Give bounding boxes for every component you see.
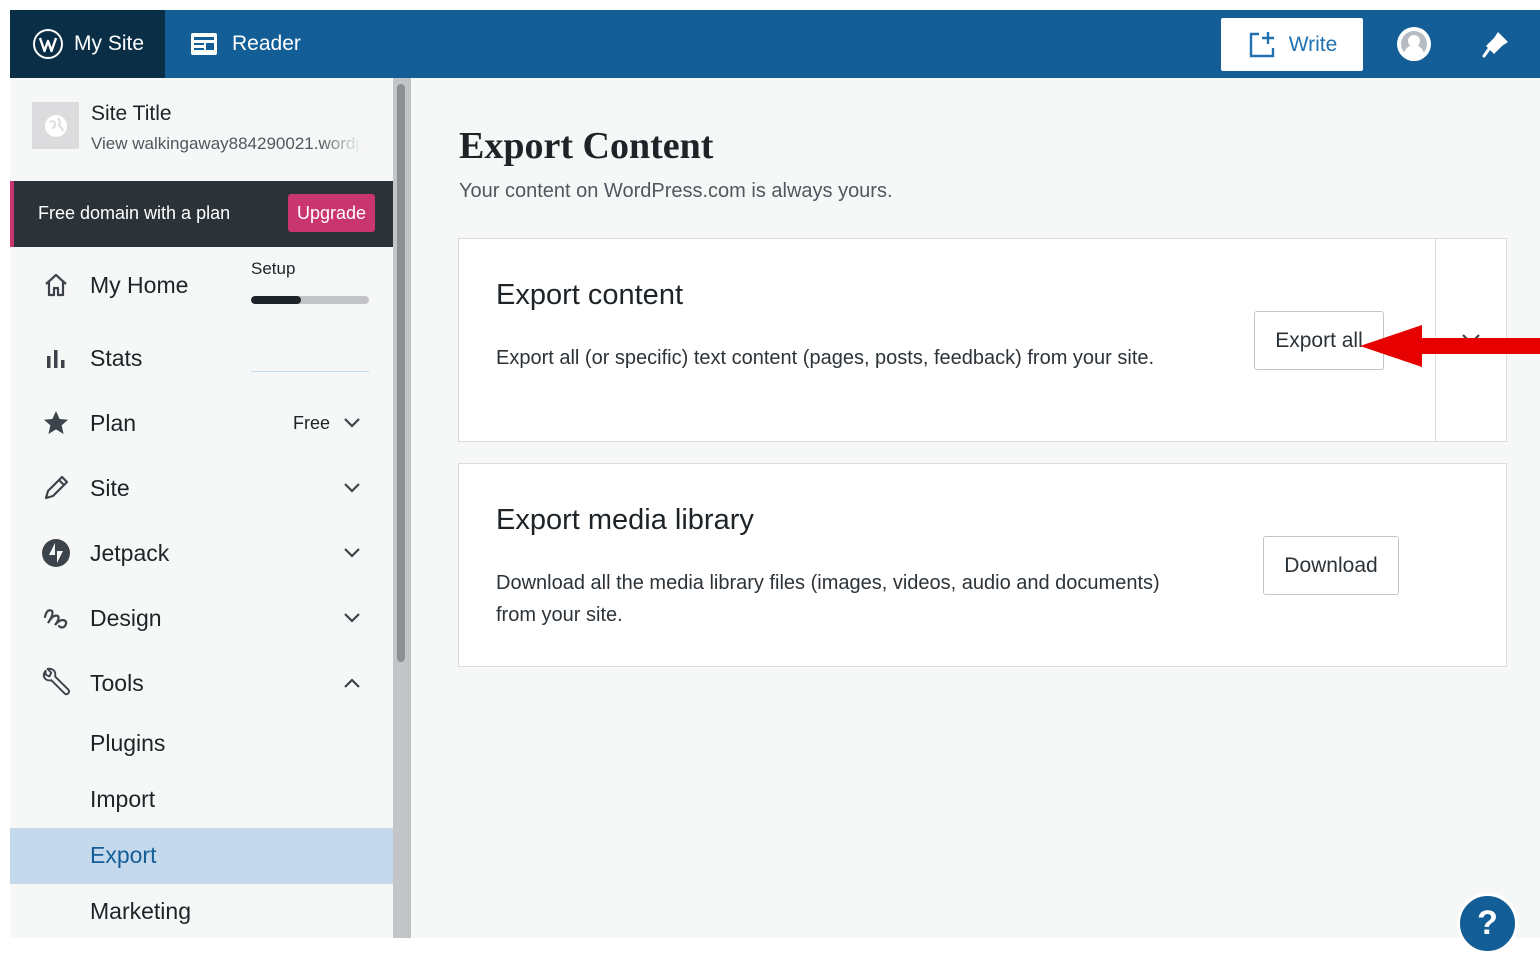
sidebar-subitem-plugins[interactable]: Plugins <box>10 716 393 772</box>
chevron-down-icon <box>344 483 360 493</box>
upgrade-button[interactable]: Upgrade <box>288 194 375 232</box>
my-site-label: My Site <box>74 32 145 55</box>
main-content: Export Content Your content on WordPress… <box>411 78 1540 938</box>
sidebar-subitem-label: Marketing <box>90 898 191 924</box>
reader-label: Reader <box>232 32 301 55</box>
sidebar-item-jetpack[interactable]: Jetpack <box>10 523 393 583</box>
stats-bars-icon <box>40 342 72 374</box>
sidebar-item-design[interactable]: Design <box>10 588 393 648</box>
setup-progress-bar <box>251 296 369 304</box>
globe-icon <box>44 114 67 137</box>
site-title: Site Title <box>91 102 172 125</box>
chevron-down-icon <box>344 613 360 623</box>
sidebar-item-my-home[interactable]: My Home <box>10 255 393 315</box>
sidebar-item-stats[interactable]: Stats <box>10 328 393 388</box>
plan-badge: Free <box>293 412 331 433</box>
sidebar-subitem-label: Plugins <box>90 730 166 756</box>
sidebar-item-label: Jetpack <box>90 539 170 566</box>
reader-icon <box>191 33 217 55</box>
sidebar-item-label: Stats <box>90 344 143 371</box>
sidebar-subitem-import[interactable]: Import <box>10 772 393 828</box>
chevron-down-icon <box>344 548 360 558</box>
sidebar-item-label: Plan <box>90 409 137 436</box>
page-subtitle: Your content on WordPress.com is always … <box>459 180 893 202</box>
sidebar-scrollbar[interactable] <box>393 78 411 938</box>
reader-button[interactable]: Reader <box>190 10 301 78</box>
sidebar-item-label: Design <box>90 604 162 631</box>
pencil-icon <box>40 472 72 504</box>
promo-text: Free domain with a plan <box>38 203 231 223</box>
free-domain-promo: Free domain with a plan Upgrade <box>10 181 393 247</box>
stats-sparkline <box>251 370 369 372</box>
site-icon <box>32 102 79 149</box>
write-icon <box>1249 31 1274 57</box>
sidebar-subitem-label: Export <box>90 842 157 868</box>
export-media-description: Download all the media library files (im… <box>496 572 1160 626</box>
sidebar-item-label: Tools <box>90 669 144 696</box>
jetpack-icon <box>40 537 72 569</box>
annotation-arrow-icon <box>1360 325 1540 367</box>
page-title: Export Content <box>459 125 714 167</box>
notifications-bell-icon[interactable] <box>1480 28 1512 60</box>
write-button[interactable]: Write <box>1221 18 1363 71</box>
sidebar-subitem-label: Import <box>90 786 156 812</box>
export-content-description: Export all (or specific) text content (p… <box>496 347 1155 369</box>
export-media-title: Export media library <box>496 504 754 536</box>
chevron-down-icon <box>344 418 360 428</box>
sidebar-item-plan[interactable]: Plan Free <box>10 393 393 453</box>
home-icon <box>40 269 72 301</box>
masterbar: My Site Reader Write <box>10 10 1540 78</box>
setup-label: Setup <box>251 259 296 278</box>
design-brush-icon <box>40 602 72 634</box>
export-content-title: Export content <box>496 279 683 311</box>
sidebar-item-label: My Home <box>90 271 189 298</box>
sidebar-item-tools[interactable]: Tools <box>10 653 393 713</box>
sidebar-subitem-export[interactable]: Export <box>10 828 393 884</box>
export-content-card: Export content Export all (or specific) … <box>458 238 1507 442</box>
wrench-icon <box>40 667 72 699</box>
setup-progress-fill <box>251 296 301 304</box>
sidebar-item-site[interactable]: Site <box>10 458 393 518</box>
my-site-button[interactable]: My Site <box>10 10 165 78</box>
site-url[interactable]: View walkingaway884290021.wordpress.com <box>91 134 361 154</box>
star-icon <box>40 407 72 439</box>
export-media-card: Export media library Download all the me… <box>458 463 1507 667</box>
write-label: Write <box>1288 32 1338 56</box>
sidebar-item-label: Site <box>90 474 130 501</box>
sidebar-scroll-thumb[interactable] <box>397 84 405 662</box>
sidebar: Site Title View walkingaway884290021.wor… <box>10 78 393 938</box>
wordpress-logo-icon <box>33 29 63 59</box>
site-card[interactable]: Site Title View walkingaway884290021.wor… <box>10 78 393 181</box>
help-button[interactable]: ? <box>1457 893 1518 954</box>
download-button[interactable]: Download <box>1263 536 1399 595</box>
avatar[interactable] <box>1397 27 1431 61</box>
sidebar-subitem-marketing[interactable]: Marketing <box>10 884 393 938</box>
chevron-up-icon <box>344 678 360 688</box>
